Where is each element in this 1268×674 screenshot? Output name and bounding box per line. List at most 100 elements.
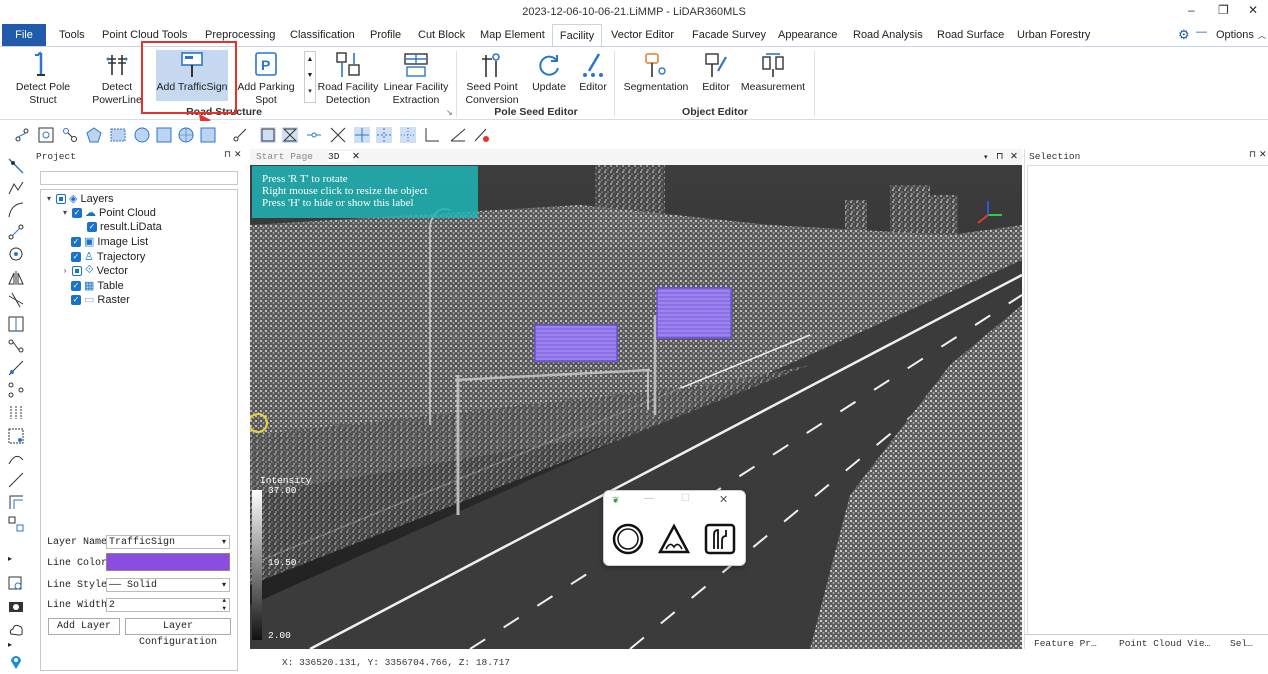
tree-item-image-list[interactable]: ✓ ▣ Image List: [71, 235, 148, 248]
layer-configuration-button[interactable]: Layer Configuration: [125, 618, 231, 648]
tab-close-icon[interactable]: ✕: [352, 151, 360, 162]
tree-item-vector[interactable]: › ⟐ Vector: [61, 264, 128, 277]
circle-sign-icon[interactable]: [612, 523, 644, 555]
polyline-icon[interactable]: [8, 180, 24, 196]
dialog-maximize-icon[interactable]: ☐: [681, 493, 690, 504]
menu-appearance[interactable]: Appearance: [778, 29, 837, 41]
corner-angle-icon[interactable]: [424, 127, 440, 143]
rectangle-select-icon[interactable]: [110, 127, 126, 143]
split-box-icon[interactable]: [8, 316, 24, 332]
location-pin-icon[interactable]: [8, 654, 24, 670]
tree-item-table[interactable]: ✓ ▦ Table: [71, 279, 124, 292]
tab-selection[interactable]: Sel…: [1230, 638, 1253, 649]
expand-icon[interactable]: ▾: [45, 194, 53, 203]
cloud-icon[interactable]: [8, 622, 24, 638]
menu-facade-survey[interactable]: Facade Survey: [692, 29, 766, 41]
panel-close-icon[interactable]: ✕: [1259, 149, 1267, 160]
corner-icon[interactable]: [8, 494, 24, 510]
menu-tools[interactable]: Tools: [59, 29, 85, 41]
menu-vector-editor[interactable]: Vector Editor: [611, 29, 674, 41]
sphere-icon[interactable]: [178, 127, 194, 143]
block-icon[interactable]: [8, 516, 24, 532]
hourglass-icon[interactable]: [282, 127, 298, 143]
view-close-icon[interactable]: ✕: [1010, 151, 1018, 162]
3d-view[interactable]: Press 'R T' to rotate Right mouse click …: [250, 165, 1022, 649]
box-node-icon[interactable]: [8, 428, 24, 444]
pole-editor-button[interactable]: Editor: [574, 51, 612, 94]
rectangle-sign-icon[interactable]: [704, 523, 736, 555]
traffic-sign-box[interactable]: [656, 287, 732, 339]
menu-facility[interactable]: Facility: [552, 24, 602, 46]
square-icon[interactable]: [156, 127, 172, 143]
view-menu-icon[interactable]: ▾: [984, 153, 988, 162]
chevron-up-icon[interactable]: ︿: [1258, 30, 1266, 41]
menu-map-element[interactable]: Map Element: [480, 29, 545, 41]
connect-icon[interactable]: [8, 338, 24, 354]
traffic-sign-box[interactable]: [534, 324, 618, 362]
checkbox-partial[interactable]: [72, 265, 82, 276]
tab-start-page[interactable]: Start Page: [256, 151, 313, 162]
dotted-grid-icon[interactable]: [400, 127, 416, 143]
linear-facility-extraction-button[interactable]: Linear Facility Extraction: [382, 51, 450, 107]
expand-icon[interactable]: ▾: [61, 208, 69, 217]
tree-item-result-lidata[interactable]: ✓ result.LiData: [87, 221, 162, 233]
collapse-icon[interactable]: ›: [61, 266, 69, 275]
road-facility-detection-button[interactable]: Road Facility Detection: [316, 51, 380, 107]
checkbox-checked[interactable]: ✓: [72, 207, 82, 218]
menu-cut-block[interactable]: Cut Block: [418, 29, 465, 41]
node-line-icon[interactable]: [8, 224, 24, 240]
checkbox-checked[interactable]: ✓: [71, 236, 81, 247]
multi-node-icon[interactable]: [8, 382, 24, 398]
circle-node-icon[interactable]: [8, 246, 24, 262]
object-editor-button[interactable]: Editor: [696, 51, 736, 94]
measurement-button[interactable]: Measurement: [738, 51, 808, 94]
dialog-minimize-icon[interactable]: —: [644, 493, 654, 504]
curve-node-icon[interactable]: [8, 450, 24, 466]
dialog-close-icon[interactable]: ✕: [719, 493, 728, 506]
node-select-icon[interactable]: [62, 127, 78, 143]
menu-road-analysis[interactable]: Road Analysis: [853, 29, 923, 41]
camera-icon[interactable]: [8, 598, 24, 614]
line-style-select[interactable]: —— Solid ▾: [106, 578, 230, 592]
menu-classification[interactable]: Classification: [290, 29, 355, 41]
select-points-icon[interactable]: [14, 127, 30, 143]
tree-item-point-cloud[interactable]: ▾ ✓ ☁ Point Cloud: [61, 206, 156, 220]
menu-profile[interactable]: Profile: [370, 29, 401, 41]
tree-item-raster[interactable]: ✓ ▭ Raster: [71, 293, 130, 306]
line-color-swatch[interactable]: [106, 553, 230, 571]
expand-arrow-icon[interactable]: ▸: [8, 554, 24, 570]
segmentation-button[interactable]: Segmentation: [620, 51, 692, 94]
tab-feature-properties[interactable]: Feature Pr…: [1034, 638, 1097, 649]
checkbox-checked[interactable]: ✓: [87, 222, 97, 232]
mirror-icon[interactable]: [8, 270, 24, 286]
close-button[interactable]: ✕: [1248, 3, 1258, 17]
minimize-button[interactable]: –: [1188, 3, 1195, 17]
line-point-icon[interactable]: [306, 127, 322, 143]
tree-item-trajectory[interactable]: ✓ ♙ Trajectory: [71, 250, 145, 263]
clear-selection-icon[interactable]: [200, 127, 216, 143]
triangle-sign-icon[interactable]: [658, 523, 690, 555]
seed-point-conversion-button[interactable]: Seed Point Conversion: [460, 51, 524, 107]
options-menu[interactable]: Options: [1216, 29, 1254, 41]
trim-icon[interactable]: [8, 292, 24, 308]
layer-name-select[interactable]: TrafficSign ▾: [106, 535, 230, 549]
add-layer-button[interactable]: Add Layer: [48, 618, 120, 635]
dialog-launcher-icon[interactable]: ↘: [446, 108, 453, 117]
box-tool-icon[interactable]: [260, 127, 276, 143]
angle-delete-icon[interactable]: [474, 127, 490, 143]
menu-urban-forestry[interactable]: Urban Forestry: [1017, 29, 1090, 41]
pick-icon[interactable]: [232, 127, 248, 143]
extend-icon[interactable]: [8, 360, 24, 376]
restore-button[interactable]: ❐: [1218, 3, 1229, 17]
checkbox-checked[interactable]: ✓: [71, 294, 81, 305]
arc-icon[interactable]: [8, 202, 24, 218]
spinner-arrows-icon[interactable]: ▲ ▼: [222, 597, 226, 613]
cross-icon[interactable]: [330, 127, 346, 143]
update-button[interactable]: Update: [528, 51, 570, 94]
menu-point-cloud-tools[interactable]: Point Cloud Tools: [102, 29, 187, 41]
checkbox-checked[interactable]: ✓: [71, 280, 81, 291]
parallel-lines-icon[interactable]: [8, 404, 24, 420]
pointer-line-icon[interactable]: [8, 158, 24, 174]
menu-file[interactable]: File: [2, 24, 46, 46]
pentagon-icon[interactable]: [86, 127, 102, 143]
